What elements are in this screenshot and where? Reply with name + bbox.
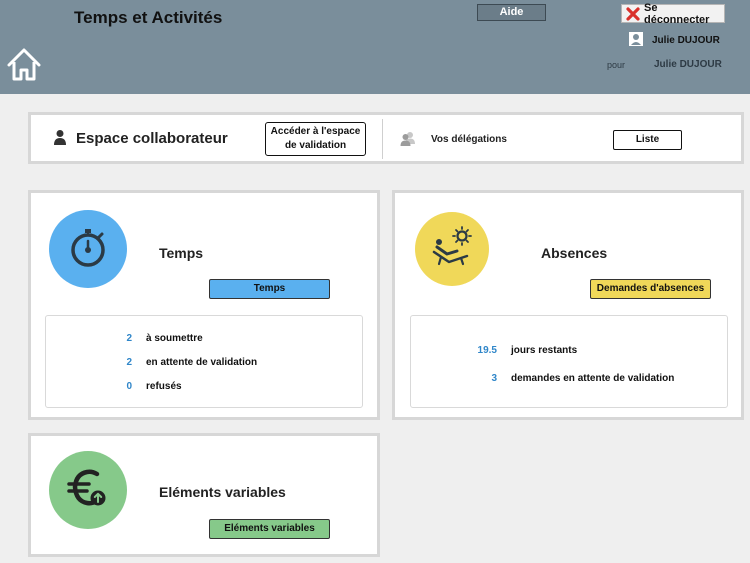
logout-button[interactable]: Se déconnecter: [621, 1, 725, 26]
stat-label: refusés: [146, 381, 182, 392]
stat-label: à soumettre: [146, 333, 203, 344]
app-title: Temps et Activités: [74, 8, 223, 27]
stat-value: 0: [126, 381, 132, 392]
collaborator-title: Espace collaborateur: [76, 130, 228, 147]
absences-button[interactable]: Demandes d'absences: [590, 279, 711, 299]
for-user-name: Julie DUJOUR: [654, 59, 722, 70]
top-header: Temps et Activités Aide Se déconnecter J…: [0, 0, 750, 94]
temps-summary: 2 à soumettre 2 en attente de validation…: [45, 315, 363, 408]
delegations-list-button[interactable]: Liste: [613, 130, 682, 150]
sunbed-icon: [429, 224, 475, 275]
absences-tile: Absences Demandes d'absences 19.5 jours …: [392, 190, 744, 420]
temps-circle: [49, 210, 127, 288]
close-x-icon: [626, 6, 640, 21]
absences-circle: [415, 212, 489, 286]
for-label: pour: [607, 60, 626, 70]
variables-title: Eléments variables: [159, 484, 286, 500]
absences-summary: 19.5 jours restants 3 demandes en attent…: [410, 315, 728, 408]
users-icon: [400, 130, 416, 146]
stat-value: 2: [126, 357, 132, 368]
temps-button[interactable]: Temps: [209, 279, 330, 299]
temps-title: Temps: [159, 245, 204, 261]
divider: [382, 119, 383, 159]
home-icon[interactable]: [6, 46, 42, 82]
variables-tile: Eléments variables Eléments variables: [28, 433, 380, 557]
stat-value: 3: [491, 373, 497, 384]
euro-icon: [65, 465, 111, 516]
stat-label: demandes en attente de validation: [511, 373, 675, 384]
stat-value: 19.5: [477, 345, 497, 356]
temps-tile: Temps Temps 2 à soumettre 2 en attente d…: [28, 190, 380, 420]
user-icon: [628, 31, 644, 47]
absences-title: Absences: [541, 245, 608, 261]
delegations-label: Vos délégations: [431, 134, 507, 145]
stopwatch-icon: [65, 224, 111, 275]
collaborator-bar: Espace collaborateur Accéder à l'espace …: [28, 112, 744, 164]
variables-circle: [49, 451, 127, 529]
stat-value: 2: [126, 333, 132, 344]
logout-label: Se déconnecter: [644, 1, 710, 26]
stat-label: en attente de validation: [146, 357, 258, 368]
user-name: Julie DUJOUR: [652, 35, 720, 46]
variables-button[interactable]: Eléments variables: [209, 519, 330, 539]
validation-space-button[interactable]: Accéder à l'espace de validation: [265, 122, 366, 156]
help-button[interactable]: Aide: [477, 4, 546, 21]
person-icon: [53, 129, 67, 145]
stat-label: jours restants: [511, 345, 578, 356]
